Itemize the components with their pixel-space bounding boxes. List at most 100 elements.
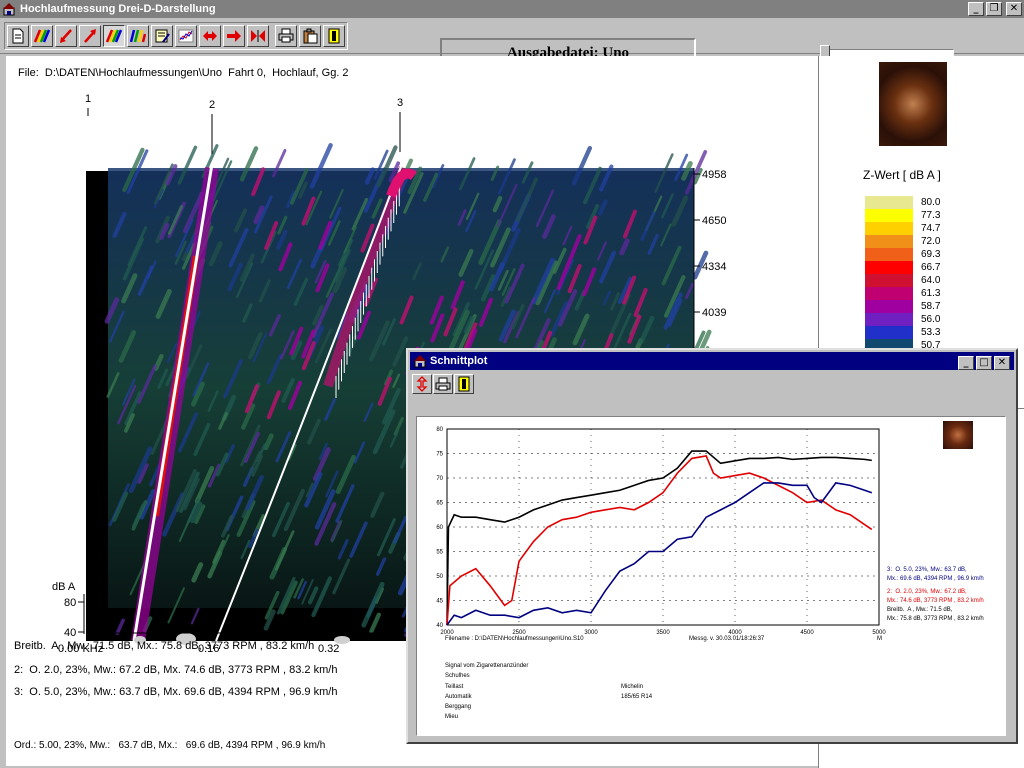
chart-legend-line: Breitb. A , Mw.: 71.5 dB, bbox=[887, 607, 953, 613]
legend-value: 56.0 bbox=[921, 314, 941, 325]
series-line-1 bbox=[446, 455, 873, 626]
x-tick-label: 4500 bbox=[800, 630, 814, 636]
x-tick-label: 3500 bbox=[656, 630, 670, 636]
legend-entry: 72.0 bbox=[865, 235, 1015, 248]
main-toolbar: Ausgabedatei: Uno bbox=[0, 18, 1024, 68]
exit-button[interactable] bbox=[323, 25, 345, 47]
legend-entry: 56.0 bbox=[865, 313, 1015, 326]
legend-swatch bbox=[865, 222, 913, 235]
restore-button[interactable]: ❐ bbox=[986, 2, 1002, 16]
schnittplot-title: Schnittplot bbox=[430, 355, 488, 367]
y-tick-label: 45 bbox=[436, 599, 443, 605]
legend-value: 77.3 bbox=[921, 210, 941, 221]
app-icon bbox=[3, 3, 15, 16]
legend-value: 72.0 bbox=[921, 236, 941, 247]
minimize-button[interactable]: _ bbox=[968, 2, 984, 16]
print-icon bbox=[278, 28, 294, 43]
clipboard-button[interactable] bbox=[299, 25, 321, 47]
legend-swatch bbox=[865, 300, 913, 313]
exit-icon[interactable] bbox=[454, 374, 474, 394]
arrow-right-icon bbox=[227, 30, 241, 42]
meta-tire-size: 185/65 R14 bbox=[621, 694, 653, 700]
series-line-0 bbox=[446, 450, 872, 626]
arrow-down-icon bbox=[60, 29, 72, 43]
meta-berggang: Berggang bbox=[445, 704, 472, 710]
legend-swatch bbox=[865, 196, 913, 209]
meta-teillast: Teillast bbox=[445, 684, 464, 690]
legend-entry: 61.3 bbox=[865, 287, 1015, 300]
schnittplot-titlebar[interactable]: Schnittplot _ □ ✕ bbox=[410, 352, 1014, 370]
filename-label: Filename : D:\DATEN\Hochlaufmessungen\Un… bbox=[445, 636, 584, 642]
legend-value: 61.3 bbox=[921, 288, 941, 299]
chart-button[interactable] bbox=[175, 25, 197, 47]
rainbow-alt-button[interactable] bbox=[127, 25, 149, 47]
chart-legend-line: Mx.: 75.8 dB, 3773 RPM , 83.2 km/h bbox=[887, 616, 984, 622]
rainbow-pressed-icon bbox=[106, 29, 122, 43]
legend-value: 69.3 bbox=[921, 249, 941, 260]
chart-legend-line: 2: O. 2.0, 23%, Mw.: 67.2 dB, bbox=[887, 589, 967, 595]
new-doc-button[interactable] bbox=[7, 25, 29, 47]
legend-swatch bbox=[865, 235, 913, 248]
preview-thumbnail bbox=[879, 62, 947, 146]
arrow-in-icon bbox=[251, 30, 265, 42]
legend-title: Z-Wert [ dB A ] bbox=[863, 168, 941, 182]
chart-icon bbox=[178, 29, 194, 43]
unit-label: M bbox=[877, 636, 882, 642]
rainbow-button[interactable] bbox=[31, 25, 53, 47]
z-tick-label: 40 bbox=[64, 627, 76, 639]
print-button[interactable] bbox=[275, 25, 297, 47]
arrow-up-button[interactable] bbox=[79, 25, 101, 47]
tool-button-group bbox=[4, 22, 348, 50]
close-button[interactable]: ✕ bbox=[1006, 2, 1022, 16]
schnittplot-close-button[interactable]: ✕ bbox=[994, 356, 1010, 370]
legend-value: 66.7 bbox=[921, 262, 941, 273]
legend-swatch bbox=[865, 248, 913, 261]
stats-breitband: Breitb. A , Mw.: 71.5 dB, Mx.: 75.8 dB, … bbox=[14, 640, 315, 652]
schnittplot-minimize-button[interactable]: _ bbox=[958, 356, 974, 370]
file-path: File: D:\DATEN\Hochlaufmessungen\Uno Fah… bbox=[18, 67, 349, 79]
arrow-down-button[interactable] bbox=[55, 25, 77, 47]
rainbow-pressed-button[interactable] bbox=[103, 25, 125, 47]
y-tick-label: 70 bbox=[436, 476, 443, 482]
stats-order-2: 2: O. 2.0, 23%, Mw.: 67.2 dB, Mx. 74.6 d… bbox=[14, 664, 338, 676]
schnittplot-window[interactable]: Schnittplot _ □ ✕ 40 45 50 55 60 65 70 75 80 2000… bbox=[406, 348, 1018, 744]
legend-swatch bbox=[865, 287, 913, 300]
exit-icon bbox=[328, 28, 340, 44]
arrow-left-right-button[interactable] bbox=[199, 25, 221, 47]
y-tick-label: 55 bbox=[436, 550, 443, 556]
rpm-tick-label: 4334 bbox=[702, 261, 726, 273]
legend-swatch bbox=[865, 326, 913, 339]
stats-order-3: 3: O. 5.0, 23%, Mw.: 63.7 dB, Mx. 69.6 d… bbox=[14, 686, 338, 698]
series-line-2 bbox=[446, 482, 873, 626]
doc-edit-button[interactable] bbox=[151, 25, 173, 47]
legend-entry: 58.7 bbox=[865, 300, 1015, 313]
arrow-right-button[interactable] bbox=[223, 25, 245, 47]
z-tick-label: 80 bbox=[64, 597, 76, 609]
schnittplot-maximize-button[interactable]: □ bbox=[976, 356, 992, 370]
y-tick-label: 65 bbox=[436, 501, 443, 507]
legend-swatch bbox=[865, 261, 913, 274]
window-titlebar: Hochlaufmessung Drei-D-Darstellung _ ❐ ✕ bbox=[0, 0, 1024, 18]
chart-legend-line: Mx.: 74.6 dB, 3773 RPM , 83.2 km/h bbox=[887, 598, 984, 604]
freq-tick-label: 0.32 bbox=[318, 643, 339, 655]
legend-entry: 66.7 bbox=[865, 261, 1015, 274]
arrow-in-button[interactable] bbox=[247, 25, 269, 47]
new-doc-icon bbox=[12, 28, 24, 44]
legend-entry: 69.3 bbox=[865, 248, 1015, 261]
legend-value: 53.3 bbox=[921, 327, 941, 338]
rpm-tick-label: 4650 bbox=[702, 215, 726, 227]
legend-swatch bbox=[865, 274, 913, 287]
schnittplot-icon bbox=[414, 355, 426, 368]
legend-entry: 64.0 bbox=[865, 274, 1015, 287]
y-tick-label: 75 bbox=[436, 452, 443, 458]
legend-value: 58.7 bbox=[921, 301, 941, 312]
meta-mieu: Mieu bbox=[445, 714, 459, 720]
legend-value: 80.0 bbox=[921, 197, 941, 208]
legend-swatch bbox=[865, 209, 913, 222]
clipboard-icon bbox=[303, 28, 318, 44]
updown-arrow-icon[interactable] bbox=[412, 374, 432, 394]
rpm-tick-label: 4958 bbox=[702, 169, 726, 181]
meta-schulhes: Schulhes bbox=[445, 673, 470, 679]
print-icon[interactable] bbox=[433, 374, 453, 394]
meta-tire-brand: Michelin bbox=[621, 684, 644, 690]
